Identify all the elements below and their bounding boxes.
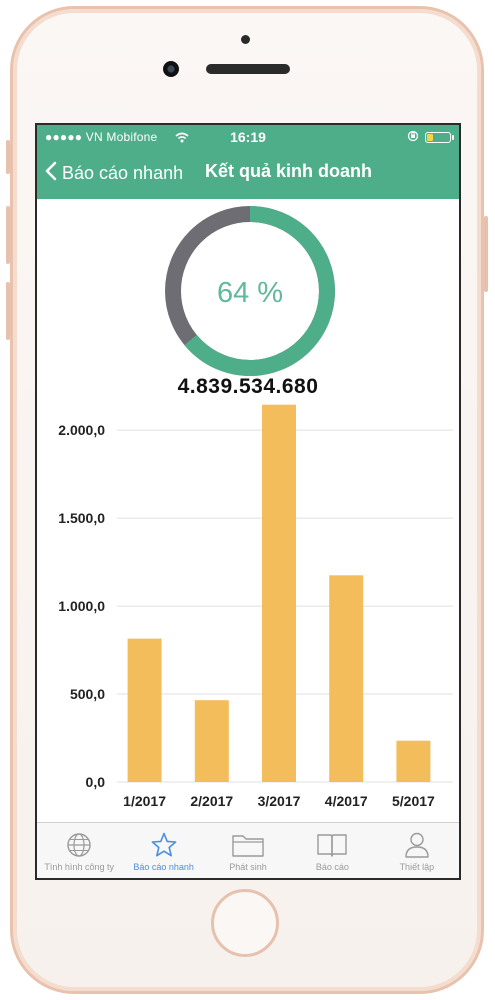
- bar-chart: 0,0 500,0 1.000,0 1.500,0 2.000,0 1/2017 2/201…: [58, 404, 453, 809]
- tab-bar: Tình hình công ty Báo cáo nhanh Phát sinh B…: [37, 822, 459, 878]
- bar-1-2017[interactable]: [127, 638, 162, 782]
- folder-icon: [231, 832, 265, 858]
- y-tick-label: 1.500,0: [58, 510, 105, 526]
- tab-label: Báo cáo: [315, 862, 349, 872]
- volume-up-button: [6, 206, 10, 264]
- volume-down-button: [6, 282, 10, 340]
- tab-star[interactable]: Báo cáo nhanh: [121, 823, 205, 878]
- bar-4-2017[interactable]: [329, 575, 364, 782]
- power-button: [484, 216, 488, 292]
- y-tick-label: 500,0: [70, 686, 105, 702]
- person-icon: [404, 832, 430, 858]
- globe-icon: [65, 832, 93, 858]
- y-tick-label: 1.000,0: [58, 598, 105, 614]
- x-tick-label: 4/2017: [325, 793, 368, 809]
- back-label: Báo cáo nhanh: [62, 163, 184, 183]
- front-camera: [163, 61, 179, 77]
- orientation-lock-icon: [407, 130, 419, 145]
- progress-donut: 64 %: [165, 206, 335, 376]
- y-tick-label: 2.000,0: [58, 422, 105, 438]
- tab-label: Báo cáo nhanh: [133, 862, 194, 872]
- y-tick-label: 0,0: [86, 774, 106, 790]
- nav-bar: Báo cáo nhanh Kết quả kinh doanh: [37, 149, 459, 199]
- star-icon: [150, 832, 178, 858]
- battery-icon: [425, 132, 454, 143]
- status-bar: ●●●●● VN Mobifone 16:19: [37, 125, 459, 149]
- tab-folder[interactable]: Phát sinh: [206, 823, 290, 878]
- tab-label: Tình hình công ty: [44, 862, 114, 872]
- x-tick-label: 5/2017: [392, 793, 435, 809]
- page-title: Kết quả kinh doanh: [205, 161, 373, 181]
- x-tick-label: 1/2017: [123, 793, 166, 809]
- tab-book[interactable]: Báo cáo: [290, 823, 374, 878]
- earpiece-speaker: [206, 64, 290, 74]
- bar-2-2017[interactable]: [194, 700, 229, 782]
- back-button[interactable]: Báo cáo nhanh: [45, 161, 183, 186]
- mute-switch: [6, 140, 10, 174]
- bar-3-2017[interactable]: [262, 404, 296, 782]
- book-icon: [316, 832, 348, 858]
- x-tick-label: 3/2017: [258, 793, 301, 809]
- chevron-left-icon: [45, 161, 57, 186]
- bar-5-2017[interactable]: [396, 740, 431, 782]
- proximity-sensor: [241, 35, 250, 44]
- status-time: 16:19: [230, 129, 266, 145]
- tab-globe[interactable]: Tình hình công ty: [37, 823, 121, 878]
- x-tick-label: 2/2017: [190, 793, 233, 809]
- home-button[interactable]: [211, 889, 279, 957]
- tab-person[interactable]: Thiết lập: [375, 823, 459, 878]
- tab-label: Thiết lập: [399, 862, 435, 872]
- screen: ●●●●● VN Mobifone 16:19 Báo cáo nhanh Kế…: [35, 123, 461, 880]
- tab-label: Phát sinh: [229, 862, 267, 872]
- percent-label: 64 %: [217, 277, 283, 309]
